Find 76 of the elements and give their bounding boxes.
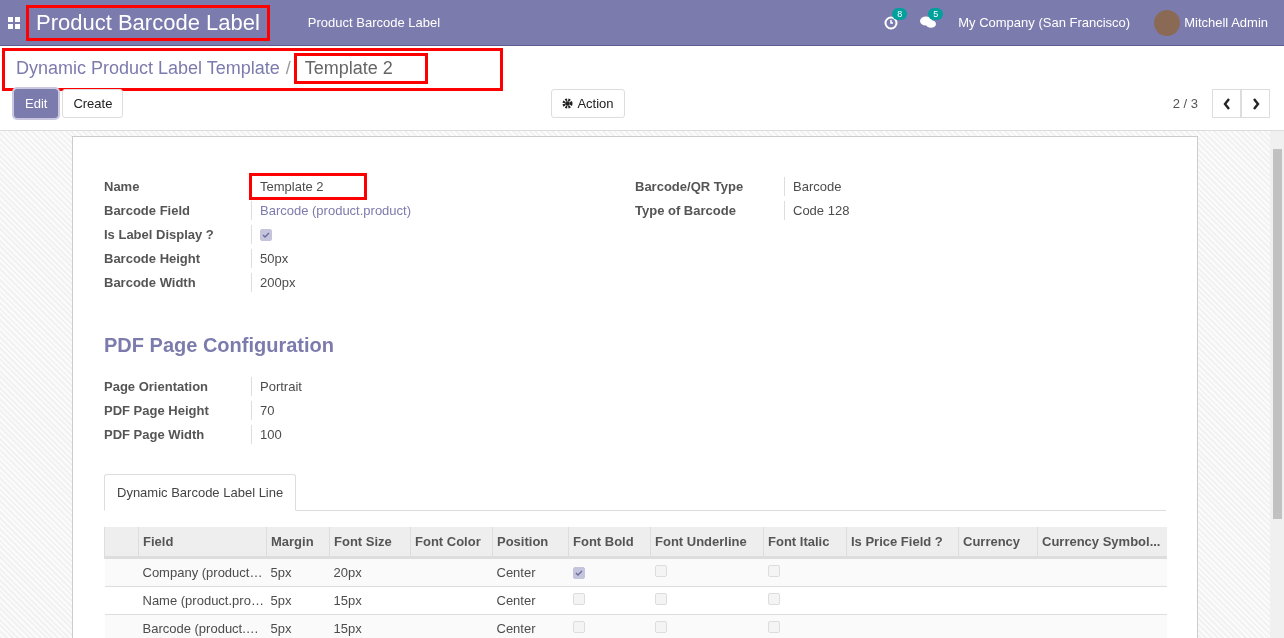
user-avatar[interactable] [1154,9,1181,36]
column-header[interactable]: Position [492,527,569,558]
checkbox[interactable] [767,621,780,633]
checkbox[interactable] [654,621,667,633]
field-value: Barcode [793,179,842,194]
table-cell: 20px [333,565,362,580]
table-cell: Barcode (product.… [142,621,259,636]
action-button[interactable]: Action [551,89,625,118]
table-cell: Center [496,565,536,580]
checkbox[interactable] [654,593,667,605]
checkbox[interactable] [572,593,585,605]
section-title: PDF Page Configuration [104,334,335,357]
field-value: 50px [259,251,290,266]
next-button[interactable] [1241,89,1270,118]
field-value: Portrait [260,379,302,394]
column-header[interactable]: Font Size [329,527,411,558]
tab[interactable]: Dynamic Barcode Label Line [104,474,297,511]
checkbox[interactable] [767,565,780,577]
field-value: 200px [259,275,297,290]
app-title: Product Barcode Label [28,6,268,39]
previous-button[interactable] [1212,89,1241,118]
checkbox[interactable] [260,228,272,241]
message-count-badge: 5 [928,8,944,20]
field-label: PDF Page Height [104,402,210,420]
column-header[interactable]: Field [138,527,267,558]
checkbox[interactable] [767,593,780,605]
table-cell: Company (product… [142,565,263,580]
table-cell: Center [496,593,536,608]
menu-item[interactable]: Product Barcode Label [307,15,441,30]
field-value: 70 [260,403,275,418]
checkbox[interactable] [654,565,667,577]
field-label: Page Orientation [104,378,210,396]
field-label: Barcode Height [104,250,202,268]
table-cell: 5px [270,593,292,608]
field-label: Barcode/QR Type [635,178,745,196]
field-label: Barcode Field [104,202,191,220]
table-cell: 15px [333,593,362,608]
column-header[interactable]: Is Price Field ? [846,527,959,558]
edit-button[interactable]: Edit [14,89,59,118]
table-cell: 15px [333,621,362,636]
table-cell: Center [496,621,536,636]
column-header[interactable]: Font Italic [763,527,847,558]
activity-count-badge: 8 [892,7,908,20]
apps-grid-icon[interactable] [8,16,20,29]
column-header[interactable]: Margin [266,527,330,558]
create-button[interactable]: Create [62,89,124,118]
field-label: Is Label Display ? [104,226,215,244]
column-header[interactable]: Font Color [410,527,493,558]
breadcrumb-link[interactable]: Dynamic Product Label Template [16,58,280,79]
table-cell: Name (product.pro… [142,593,264,608]
clock-icon[interactable] [884,15,899,30]
field-label: Type of Barcode [635,202,737,220]
field-value: 100 [260,427,282,442]
column-header[interactable]: Currency Symbol... [1037,527,1167,558]
user-name[interactable]: Mitchell Admin [1184,15,1268,30]
field-value: Template 2 [249,173,367,200]
column-header[interactable]: Currency [958,527,1038,558]
checkbox[interactable] [572,621,585,633]
chevron-left-icon [1222,97,1231,110]
column-header[interactable]: Font Bold [568,527,651,558]
table-cell: 5px [270,621,292,636]
breadcrumb-separator: / [285,58,291,79]
chevron-right-icon [1251,97,1260,110]
field-label: Barcode Width [104,274,197,292]
table-cell: 5px [270,565,292,580]
gear-icon [562,98,574,109]
company-switcher[interactable]: My Company (San Francisco) [958,15,1131,30]
field-link[interactable]: Barcode (product.product) [252,203,420,218]
field-label: Name [104,178,141,196]
pager-counter: 2 / 3 [1172,96,1198,111]
breadcrumb-current: Template 2 [296,56,425,81]
checkbox[interactable] [572,567,585,579]
field-label: PDF Page Width [104,426,206,444]
column-header[interactable]: Font Underline [650,527,764,558]
field-value: Code 128 [793,203,850,218]
scrollbar-thumb[interactable] [1272,149,1282,519]
